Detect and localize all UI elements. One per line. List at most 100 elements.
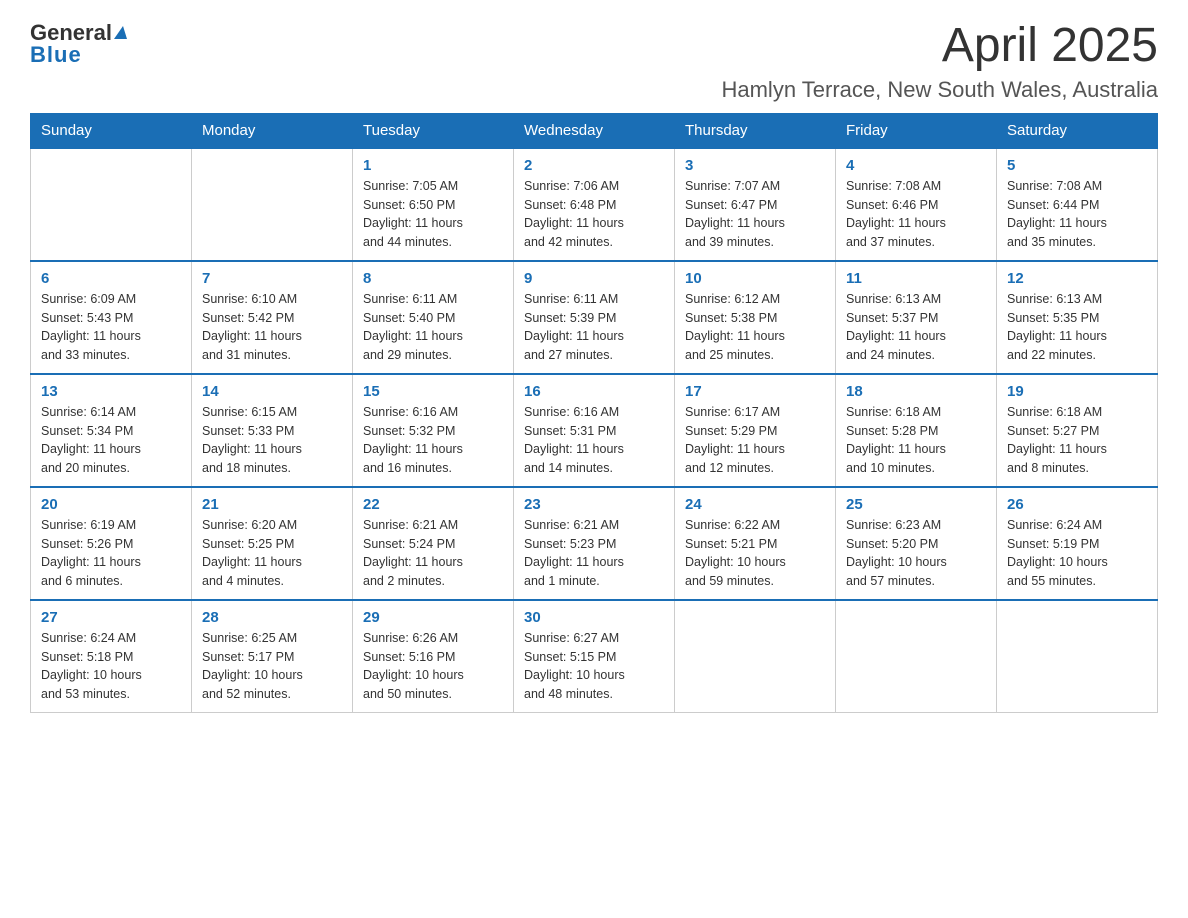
calendar-cell — [192, 148, 353, 261]
day-info: Sunrise: 6:18 AM Sunset: 5:27 PM Dayligh… — [1007, 403, 1147, 478]
day-info: Sunrise: 6:17 AM Sunset: 5:29 PM Dayligh… — [685, 403, 825, 478]
calendar-cell: 5 Sunrise: 7:08 AM Sunset: 6:44 PM Daylig… — [997, 148, 1158, 261]
day-number: 5 — [1007, 157, 1147, 174]
calendar-cell: 6 Sunrise: 6:09 AM Sunset: 5:43 PM Daylig… — [31, 261, 192, 374]
calendar-cell: 10 Sunrise: 6:12 AM Sunset: 5:38 PM Dayli… — [675, 261, 836, 374]
calendar-cell: 15Sunrise: 6:16 AM Sunset: 5:32 PM Dayli… — [353, 374, 514, 487]
day-info: Sunrise: 6:18 AM Sunset: 5:28 PM Dayligh… — [846, 403, 986, 478]
calendar-cell: 21 Sunrise: 6:20 AM Sunset: 5:25 PM Dayli… — [192, 487, 353, 600]
day-info: Sunrise: 6:27 AM Sunset: 5:15 PM Dayligh… — [524, 629, 664, 704]
day-info: Sunrise: 6:11 AM Sunset: 5:40 PM Dayligh… — [363, 290, 503, 365]
calendar-cell — [836, 600, 997, 713]
calendar-cell: 16Sunrise: 6:16 AM Sunset: 5:31 PM Dayli… — [514, 374, 675, 487]
page-header: General Blue April 2025 Hamlyn Terrace, … — [30, 20, 1158, 103]
day-info: Sunrise: 7:06 AM Sunset: 6:48 PM Dayligh… — [524, 177, 664, 252]
calendar-table: SundayMondayTuesdayWednesdayThursdayFrid… — [30, 113, 1158, 713]
day-info: Sunrise: 6:09 AM Sunset: 5:43 PM Dayligh… — [41, 290, 181, 365]
day-info: Sunrise: 6:15 AM Sunset: 5:33 PM Dayligh… — [202, 403, 342, 478]
day-number: 21 — [202, 496, 342, 513]
calendar-cell: 27Sunrise: 6:24 AM Sunset: 5:18 PM Dayli… — [31, 600, 192, 713]
calendar-cell: 4Sunrise: 7:08 AM Sunset: 6:46 PM Daylig… — [836, 148, 997, 261]
calendar-cell: 11 Sunrise: 6:13 AM Sunset: 5:37 PM Dayli… — [836, 261, 997, 374]
calendar-cell: 28 Sunrise: 6:25 AM Sunset: 5:17 PM Dayli… — [192, 600, 353, 713]
day-number: 20 — [41, 496, 181, 513]
day-info: Sunrise: 6:23 AM Sunset: 5:20 PM Dayligh… — [846, 516, 986, 591]
calendar-cell: 24 Sunrise: 6:22 AM Sunset: 5:21 PM Dayli… — [675, 487, 836, 600]
day-info: Sunrise: 6:19 AM Sunset: 5:26 PM Dayligh… — [41, 516, 181, 591]
calendar-header-row: SundayMondayTuesdayWednesdayThursdayFrid… — [31, 113, 1158, 148]
day-of-week-header: Wednesday — [514, 113, 675, 148]
day-of-week-header: Sunday — [31, 113, 192, 148]
calendar-cell — [675, 600, 836, 713]
day-info: Sunrise: 6:21 AM Sunset: 5:24 PM Dayligh… — [363, 516, 503, 591]
day-info: Sunrise: 6:11 AM Sunset: 5:39 PM Dayligh… — [524, 290, 664, 365]
day-info: Sunrise: 6:16 AM Sunset: 5:31 PM Dayligh… — [524, 403, 664, 478]
calendar-cell: 17 Sunrise: 6:17 AM Sunset: 5:29 PM Dayli… — [675, 374, 836, 487]
day-number: 14 — [202, 383, 342, 400]
day-info: Sunrise: 7:08 AM Sunset: 6:44 PM Dayligh… — [1007, 177, 1147, 252]
day-info: Sunrise: 6:16 AM Sunset: 5:32 PM Dayligh… — [363, 403, 503, 478]
day-of-week-header: Saturday — [997, 113, 1158, 148]
day-number: 18 — [846, 383, 986, 400]
day-number: 25 — [846, 496, 986, 513]
day-info: Sunrise: 6:26 AM Sunset: 5:16 PM Dayligh… — [363, 629, 503, 704]
calendar-week-row: 1 Sunrise: 7:05 AM Sunset: 6:50 PM Daylig… — [31, 148, 1158, 261]
day-of-week-header: Thursday — [675, 113, 836, 148]
logo-blue-text: Blue — [30, 42, 82, 68]
day-number: 19 — [1007, 383, 1147, 400]
day-number: 17 — [685, 383, 825, 400]
calendar-cell: 14 Sunrise: 6:15 AM Sunset: 5:33 PM Dayli… — [192, 374, 353, 487]
day-number: 26 — [1007, 496, 1147, 513]
day-of-week-header: Friday — [836, 113, 997, 148]
day-number: 28 — [202, 609, 342, 626]
calendar-cell: 9 Sunrise: 6:11 AM Sunset: 5:39 PM Daylig… — [514, 261, 675, 374]
day-number: 22 — [363, 496, 503, 513]
calendar-cell: 22 Sunrise: 6:21 AM Sunset: 5:24 PM Dayli… — [353, 487, 514, 600]
day-number: 7 — [202, 270, 342, 287]
day-number: 24 — [685, 496, 825, 513]
day-info: Sunrise: 7:08 AM Sunset: 6:46 PM Dayligh… — [846, 177, 986, 252]
calendar-week-row: 27Sunrise: 6:24 AM Sunset: 5:18 PM Dayli… — [31, 600, 1158, 713]
calendar-cell: 12Sunrise: 6:13 AM Sunset: 5:35 PM Dayli… — [997, 261, 1158, 374]
calendar-cell: 2 Sunrise: 7:06 AM Sunset: 6:48 PM Daylig… — [514, 148, 675, 261]
day-info: Sunrise: 6:10 AM Sunset: 5:42 PM Dayligh… — [202, 290, 342, 365]
calendar-cell: 19 Sunrise: 6:18 AM Sunset: 5:27 PM Dayli… — [997, 374, 1158, 487]
day-info: Sunrise: 6:12 AM Sunset: 5:38 PM Dayligh… — [685, 290, 825, 365]
day-info: Sunrise: 7:05 AM Sunset: 6:50 PM Dayligh… — [363, 177, 503, 252]
calendar-week-row: 13Sunrise: 6:14 AM Sunset: 5:34 PM Dayli… — [31, 374, 1158, 487]
day-info: Sunrise: 6:13 AM Sunset: 5:35 PM Dayligh… — [1007, 290, 1147, 365]
calendar-cell: 7 Sunrise: 6:10 AM Sunset: 5:42 PM Daylig… — [192, 261, 353, 374]
calendar-cell: 18 Sunrise: 6:18 AM Sunset: 5:28 PM Dayli… — [836, 374, 997, 487]
day-info: Sunrise: 7:07 AM Sunset: 6:47 PM Dayligh… — [685, 177, 825, 252]
day-number: 11 — [846, 270, 986, 287]
day-number: 30 — [524, 609, 664, 626]
location-title: Hamlyn Terrace, New South Wales, Austral… — [721, 77, 1158, 103]
day-number: 8 — [363, 270, 503, 287]
day-info: Sunrise: 6:14 AM Sunset: 5:34 PM Dayligh… — [41, 403, 181, 478]
day-of-week-header: Monday — [192, 113, 353, 148]
calendar-cell — [997, 600, 1158, 713]
calendar-cell: 26Sunrise: 6:24 AM Sunset: 5:19 PM Dayli… — [997, 487, 1158, 600]
day-number: 6 — [41, 270, 181, 287]
day-number: 23 — [524, 496, 664, 513]
day-number: 10 — [685, 270, 825, 287]
calendar-cell: 29 Sunrise: 6:26 AM Sunset: 5:16 PM Dayli… — [353, 600, 514, 713]
day-info: Sunrise: 6:20 AM Sunset: 5:25 PM Dayligh… — [202, 516, 342, 591]
day-info: Sunrise: 6:13 AM Sunset: 5:37 PM Dayligh… — [846, 290, 986, 365]
calendar-week-row: 6 Sunrise: 6:09 AM Sunset: 5:43 PM Daylig… — [31, 261, 1158, 374]
calendar-cell — [31, 148, 192, 261]
day-number: 2 — [524, 157, 664, 174]
calendar-cell: 3 Sunrise: 7:07 AM Sunset: 6:47 PM Daylig… — [675, 148, 836, 261]
day-number: 9 — [524, 270, 664, 287]
calendar-cell: 20 Sunrise: 6:19 AM Sunset: 5:26 PM Dayli… — [31, 487, 192, 600]
logo-arrow-icon — [114, 26, 127, 39]
day-number: 3 — [685, 157, 825, 174]
logo: General Blue — [30, 20, 127, 68]
day-info: Sunrise: 6:21 AM Sunset: 5:23 PM Dayligh… — [524, 516, 664, 591]
day-info: Sunrise: 6:25 AM Sunset: 5:17 PM Dayligh… — [202, 629, 342, 704]
day-number: 29 — [363, 609, 503, 626]
day-info: Sunrise: 6:22 AM Sunset: 5:21 PM Dayligh… — [685, 516, 825, 591]
calendar-cell: 8 Sunrise: 6:11 AM Sunset: 5:40 PM Daylig… — [353, 261, 514, 374]
day-number: 1 — [363, 157, 503, 174]
title-section: April 2025 Hamlyn Terrace, New South Wal… — [721, 20, 1158, 103]
